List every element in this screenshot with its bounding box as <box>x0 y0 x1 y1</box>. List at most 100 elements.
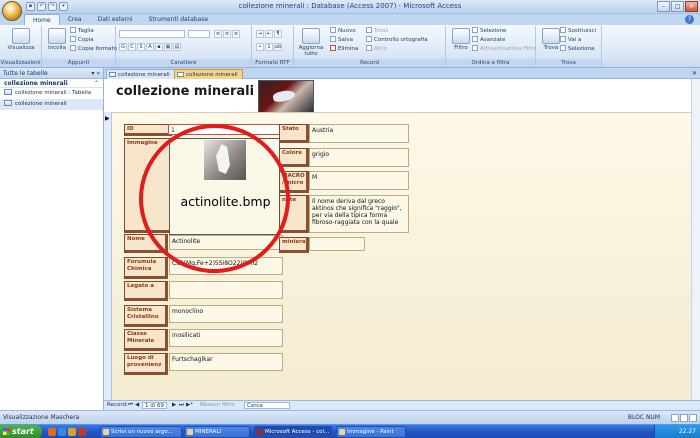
task-minerali-folder[interactable]: MINERALI <box>184 426 250 438</box>
scissors-icon <box>70 27 76 33</box>
luogo-field[interactable]: Furtschaglkar <box>169 353 283 371</box>
search-box[interactable]: Cerca <box>244 402 290 409</box>
more-button[interactable]: Altro <box>366 45 387 53</box>
totals-button[interactable]: Totali <box>366 27 388 35</box>
advanced-icon <box>472 36 478 42</box>
form-view: collezione minerali ▶ ID 1 Immagine acti… <box>104 79 700 400</box>
office-button[interactable] <box>2 1 22 21</box>
underline-icon[interactable]: S <box>137 43 145 51</box>
help-icon[interactable]: ? <box>685 15 694 24</box>
indent-icon[interactable]: ⇥ <box>256 30 264 38</box>
macro-field[interactable]: M <box>309 171 409 190</box>
table-icon <box>109 72 116 77</box>
doc-tab-table[interactable]: collezione minerali <box>106 69 175 79</box>
note-field[interactable]: Il nome deriva dal greco aktinos che sig… <box>309 195 409 233</box>
label-note: note <box>279 195 309 233</box>
selection-button[interactable]: Selezione <box>472 27 506 35</box>
paste-button[interactable]: Incolla <box>42 28 72 51</box>
doc-tab-form[interactable]: collezione minerali <box>174 69 243 79</box>
document-tabs: collezione minerali collezione minerali … <box>104 68 700 79</box>
record-pointer-icon: ▶ <box>105 115 110 122</box>
ie-icon[interactable] <box>58 428 66 436</box>
vertical-scrollbar[interactable] <box>691 79 700 400</box>
format-painter-button[interactable]: Copia formato <box>70 45 117 53</box>
minimize-button[interactable]: – <box>657 1 670 12</box>
next-record-icon[interactable]: ▶ <box>172 401 176 410</box>
delete-record-button[interactable]: Elimina <box>330 45 358 53</box>
toggle-filter-button[interactable]: Attiva/disattiva filtro <box>472 45 536 53</box>
select-button[interactable]: Seleziona <box>560 45 594 53</box>
nome-field[interactable]: Actinolite <box>169 235 283 250</box>
folder-icon[interactable] <box>68 428 76 436</box>
bullets-icon[interactable]: • <box>256 43 264 51</box>
alt-fill-icon[interactable]: ▤ <box>173 43 181 51</box>
classe-field[interactable]: inosilicati <box>169 329 283 347</box>
nav-item-form[interactable]: collezione minerali <box>0 99 103 110</box>
nav-item-table[interactable]: collezione minerali : Tabella <box>0 88 103 99</box>
prev-record-icon[interactable]: ◀ <box>135 401 139 410</box>
legato-field[interactable] <box>169 281 283 299</box>
id-field[interactable]: 1 <box>168 124 282 135</box>
clock[interactable]: 22.27 <box>679 428 696 435</box>
view-button[interactable]: Visualizza <box>6 28 36 51</box>
save-record-button[interactable]: Salva <box>330 36 353 44</box>
refresh-all-button[interactable]: Aggiorna tutto <box>296 28 326 57</box>
record-selector[interactable]: ▶ <box>104 112 112 400</box>
close-icon[interactable]: ✕ <box>692 68 697 79</box>
image-field[interactable]: actinolite.bmp <box>169 138 280 235</box>
maximize-button[interactable]: □ <box>671 1 684 12</box>
design-view-icon[interactable] <box>689 414 697 422</box>
rtf-buttons-1: ⇥ ⇤ ¶ <box>256 30 282 38</box>
goto-button[interactable]: Vai a <box>560 36 581 44</box>
align-center-icon[interactable]: ≡ <box>223 30 231 38</box>
replace-icon <box>560 27 566 33</box>
gridlines-icon[interactable]: ▦ <box>164 43 172 51</box>
align-right-icon[interactable]: ≡ <box>232 30 240 38</box>
ltr-icon[interactable]: ¶ <box>274 30 282 38</box>
system-tray: 22.27 <box>654 425 700 438</box>
advanced-button[interactable]: Avanzate <box>472 36 505 44</box>
fill-color-icon[interactable]: ▪ <box>155 43 163 51</box>
formula-field[interactable]: Ca2(Mg,Fe+2)5Si8O22(OH)2 <box>169 257 283 275</box>
stato-field[interactable]: Austria <box>309 124 409 143</box>
font-size-combo[interactable] <box>188 30 210 38</box>
form-header: collezione minerali <box>104 79 700 113</box>
sistema-field[interactable]: monoclino <box>169 305 283 323</box>
close-button[interactable]: ✕ <box>685 1 698 12</box>
label-sistema: Sistema Cristallino <box>124 305 168 327</box>
app-icon[interactable] <box>78 428 86 436</box>
ribbon: Visualizza Visualizzazioni Incolla Tagli… <box>0 25 700 68</box>
copy-button[interactable]: Copia <box>70 36 94 44</box>
bold-icon[interactable]: G <box>119 43 127 51</box>
last-record-icon[interactable]: ⏭ <box>179 401 184 410</box>
replace-button[interactable]: Sostituisci <box>560 27 596 35</box>
numbering-icon[interactable]: 1 <box>265 43 273 51</box>
align-left-icon[interactable]: ≡ <box>214 30 222 38</box>
start-button[interactable]: start <box>0 425 42 438</box>
italic-icon[interactable]: C <box>128 43 136 51</box>
nav-pane-header[interactable]: Tutte le tabelle ▾ « <box>0 68 103 79</box>
record-label: Record: <box>107 402 128 408</box>
label-id: ID <box>124 124 172 136</box>
nav-group-header[interactable]: collezione minerali ⌃ <box>0 79 103 88</box>
outdent-icon[interactable]: ⇤ <box>265 30 273 38</box>
layout-view-icon[interactable] <box>680 414 688 422</box>
font-color-icon[interactable]: A <box>146 43 154 51</box>
task-firefox[interactable]: Scrivi un nuovo argo... <box>100 426 182 438</box>
cut-button[interactable]: Taglia <box>70 27 94 35</box>
form-view-icon[interactable] <box>671 414 679 422</box>
firefox-icon[interactable] <box>48 428 56 436</box>
highlight-icon[interactable]: ab <box>274 43 282 51</box>
task-paint[interactable]: Immagine - Paint <box>336 426 406 438</box>
first-record-icon[interactable]: ⏮ <box>128 401 133 410</box>
miniera-field[interactable] <box>309 237 365 251</box>
record-position[interactable]: 1 di 69 <box>142 402 168 409</box>
task-access[interactable]: Microsoft Access - col... <box>254 426 332 438</box>
new-record-button[interactable]: Nuovo <box>330 27 356 35</box>
colore-field[interactable]: grigio <box>309 148 409 167</box>
font-name-combo[interactable] <box>119 30 185 38</box>
no-filter-indicator[interactable]: Nessun filtro <box>200 401 235 410</box>
goto-icon <box>560 36 566 42</box>
spelling-button[interactable]: Controllo ortografia <box>366 36 428 44</box>
new-blank-record-icon[interactable]: ▶* <box>186 401 193 410</box>
